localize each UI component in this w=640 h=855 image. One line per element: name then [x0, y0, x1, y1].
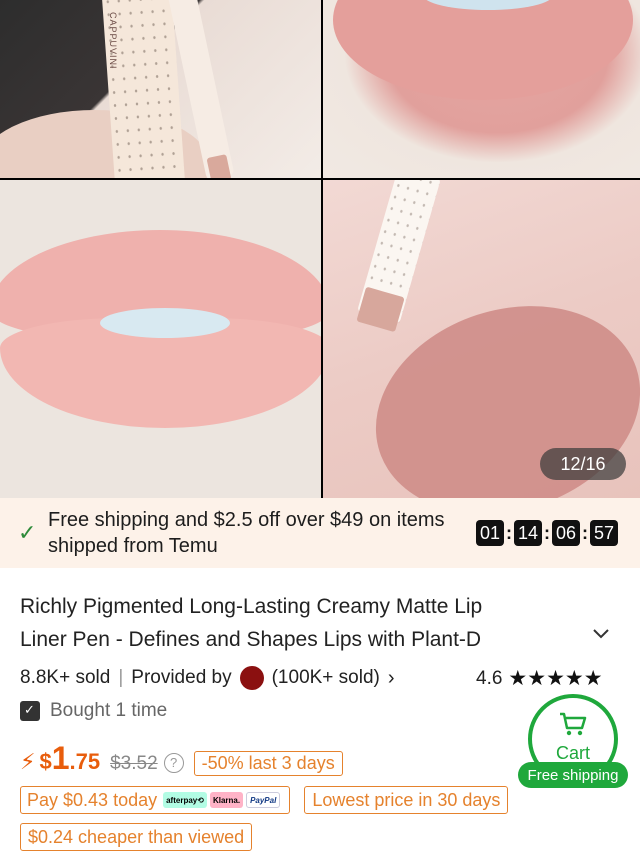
price-currency: $	[39, 749, 52, 774]
provided-by-label: Provided by	[131, 667, 232, 688]
timer-seconds: 06	[552, 520, 580, 546]
price-decimal: .75	[69, 749, 101, 774]
divider: |	[118, 667, 124, 688]
question-icon[interactable]: ?	[163, 752, 184, 773]
cart-label: Cart	[555, 742, 590, 763]
sales-info-row: 8.8K+ sold | Provided by (100K+ sold) ›	[20, 666, 460, 690]
product-image-gallery[interactable]: CAPPUVINI 12/16	[0, 0, 640, 498]
free-shipping-banner[interactable]: ✓ Free shipping and $2.5 off over $49 on…	[0, 498, 640, 568]
discount-tag: -50% last 3 days	[193, 751, 343, 776]
original-price: $3.52	[110, 753, 158, 774]
product-image-packaging[interactable]: CAPPUVINI	[0, 0, 321, 178]
chevron-down-icon[interactable]	[590, 622, 614, 646]
countdown-timer: 01 : 14 : 06 : 57	[476, 520, 618, 546]
product-title[interactable]: Richly Pigmented Long-Lasting Creamy Mat…	[20, 590, 580, 656]
bought-info: Bought 1 time	[20, 700, 167, 722]
image-counter: 12/16	[540, 448, 626, 480]
timer-separator: :	[544, 522, 550, 543]
pay-today-text: Pay $0.43 today	[27, 789, 158, 810]
product-title-line1: Richly Pigmented Long-Lasting Creamy Mat…	[20, 595, 483, 618]
rating-value: 4.6	[476, 667, 503, 689]
pay-later-box[interactable]: Pay $0.43 today afterpay⟲ Klarna. PayPal	[20, 786, 291, 814]
timer-separator: :	[582, 522, 588, 543]
klarna-logo: Klarna.	[209, 792, 244, 808]
box-brand-label: CAPPUVINI	[108, 12, 118, 70]
chevron-right-icon[interactable]: ›	[388, 667, 395, 690]
store-avatar[interactable]	[239, 666, 264, 690]
liner-stick	[357, 180, 441, 324]
product-image-lips[interactable]	[0, 180, 321, 498]
bought-text: Bought 1 time	[50, 700, 168, 721]
cart-icon	[558, 711, 588, 741]
shipping-text: Free shipping and $2.5 off over $49 on i…	[48, 509, 445, 557]
shopping-bag-icon	[20, 701, 40, 721]
price-integer: 1	[51, 740, 70, 776]
lowest-price-badge: Lowest price in 30 days	[304, 786, 509, 814]
timer-separator: :	[506, 522, 512, 543]
checkmark-icon: ✓	[18, 520, 37, 545]
lightning-icon: ⚡	[20, 749, 36, 774]
star-rating-icon: ★★★★★	[508, 667, 603, 690]
product-title-line2: Liner Pen - Defines and Shapes Lips with…	[20, 628, 482, 651]
payment-row: Pay $0.43 today afterpay⟲ Klarna. PayPal…	[20, 786, 509, 814]
timer-hours: 01	[476, 520, 504, 546]
afterpay-logo: afterpay⟲	[163, 792, 207, 808]
free-shipping-badge: Free shipping	[518, 762, 628, 788]
timer-hundredths: 57	[590, 520, 618, 546]
price-row: ⚡ $ 1 .75 $3.52 ? -50% last 3 days	[20, 740, 343, 777]
teeth	[100, 308, 230, 338]
store-sold-count[interactable]: (100K+ sold)	[272, 667, 380, 689]
timer-minutes: 14	[514, 520, 542, 546]
cheaper-than-viewed-badge: $0.24 cheaper than viewed	[20, 823, 253, 851]
rating[interactable]: 4.6 ★★★★★	[476, 666, 603, 691]
product-image-lips-closeup[interactable]	[323, 0, 640, 178]
sold-count: 8.8K+ sold	[20, 667, 111, 688]
paypal-logo: PayPal	[246, 792, 281, 808]
lips-shape	[333, 0, 633, 100]
